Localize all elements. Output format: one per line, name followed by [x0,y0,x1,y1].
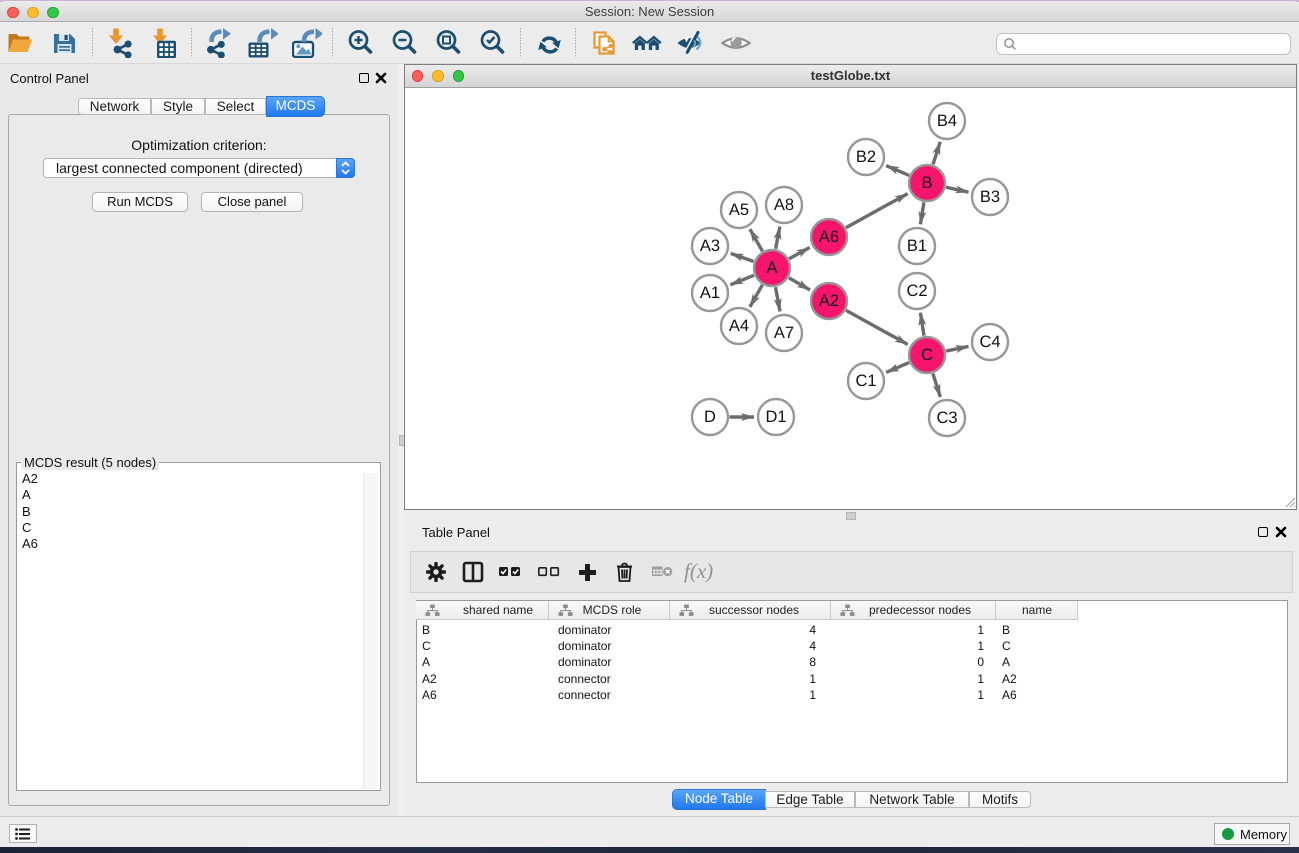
svg-text:B3: B3 [980,188,1000,206]
svg-text:A4: A4 [729,317,749,335]
svg-text:A5: A5 [729,201,749,219]
svg-text:D: D [704,408,716,426]
svg-text:B2: B2 [856,148,876,166]
svg-text:A: A [766,259,777,277]
svg-text:C4: C4 [979,333,1000,351]
svg-text:C: C [921,346,933,364]
svg-text:A8: A8 [774,196,794,214]
svg-text:A7: A7 [774,324,794,342]
svg-text:A3: A3 [700,237,720,255]
svg-text:C1: C1 [855,372,876,390]
svg-text:B: B [921,174,932,192]
svg-text:B4: B4 [937,112,957,130]
svg-text:A6: A6 [819,228,839,246]
svg-text:D1: D1 [765,408,786,426]
svg-text:B1: B1 [907,237,927,255]
svg-text:A1: A1 [700,284,720,302]
svg-text:A2: A2 [819,292,839,310]
svg-text:C2: C2 [906,282,927,300]
svg-text:C3: C3 [936,409,957,427]
